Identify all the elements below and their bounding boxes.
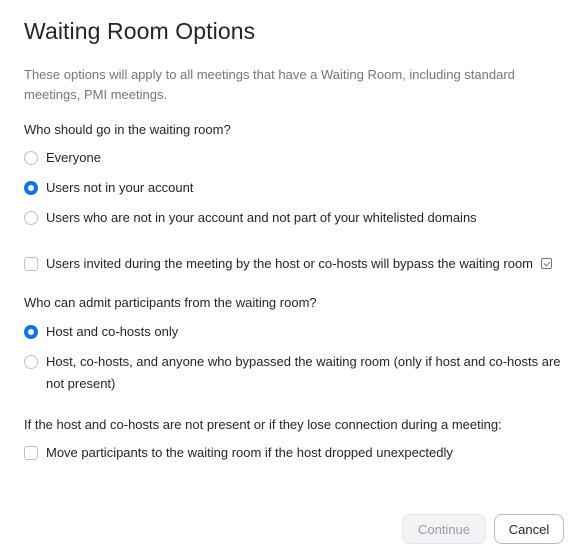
dialog-title: Waiting Room Options — [24, 18, 256, 44]
dialog-description: These options will apply to all meetings… — [24, 67, 515, 102]
radio-button[interactable] — [24, 211, 38, 225]
checkbox-bypass-waiting-room[interactable]: Users invited during the meeting by the … — [24, 253, 553, 275]
radio-label: Host, co-hosts, and anyone who bypassed … — [46, 354, 561, 391]
radio-button[interactable] — [24, 355, 38, 369]
waiting-room-options-dialog: Waiting Room Options These options will … — [0, 0, 580, 549]
checkbox[interactable] — [24, 257, 38, 271]
radio-users-not-in-account[interactable]: Users not in your account — [24, 177, 193, 199]
cancel-button[interactable]: Cancel — [494, 514, 564, 544]
who-admits-heading: Who can admit participants from the wait… — [24, 295, 317, 310]
radio-label: Host and co-hosts only — [46, 324, 179, 339]
radio-label: Users not in your account — [46, 180, 194, 195]
radio-not-whitelisted[interactable]: Users who are not in your account and no… — [24, 207, 477, 229]
checkbox-move-participants[interactable]: Move participants to the waiting room if… — [24, 442, 453, 464]
checkbox-label: Move participants to the waiting room if… — [46, 445, 453, 460]
checkbox[interactable] — [24, 446, 38, 460]
checkbox-label: Users invited during the meeting by the … — [46, 256, 534, 271]
who-goes-heading: Who should go in the waiting room? — [24, 122, 231, 137]
continue-button[interactable]: Continue — [402, 514, 486, 544]
radio-button-selected[interactable] — [24, 325, 38, 339]
radio-button[interactable] — [24, 151, 38, 165]
radio-label: Users who are not in your account and no… — [46, 210, 477, 225]
radio-host-cohosts-only[interactable]: Host and co-hosts only — [24, 321, 178, 343]
radio-button-selected[interactable] — [24, 181, 38, 195]
radio-label: Everyone — [46, 150, 101, 165]
radio-host-cohosts-bypassed[interactable]: Host, co-hosts, and anyone who bypassed … — [24, 351, 564, 395]
host-absent-heading: If the host and co-hosts are not present… — [24, 417, 502, 432]
radio-everyone[interactable]: Everyone — [24, 147, 101, 169]
info-icon[interactable] — [541, 258, 553, 269]
